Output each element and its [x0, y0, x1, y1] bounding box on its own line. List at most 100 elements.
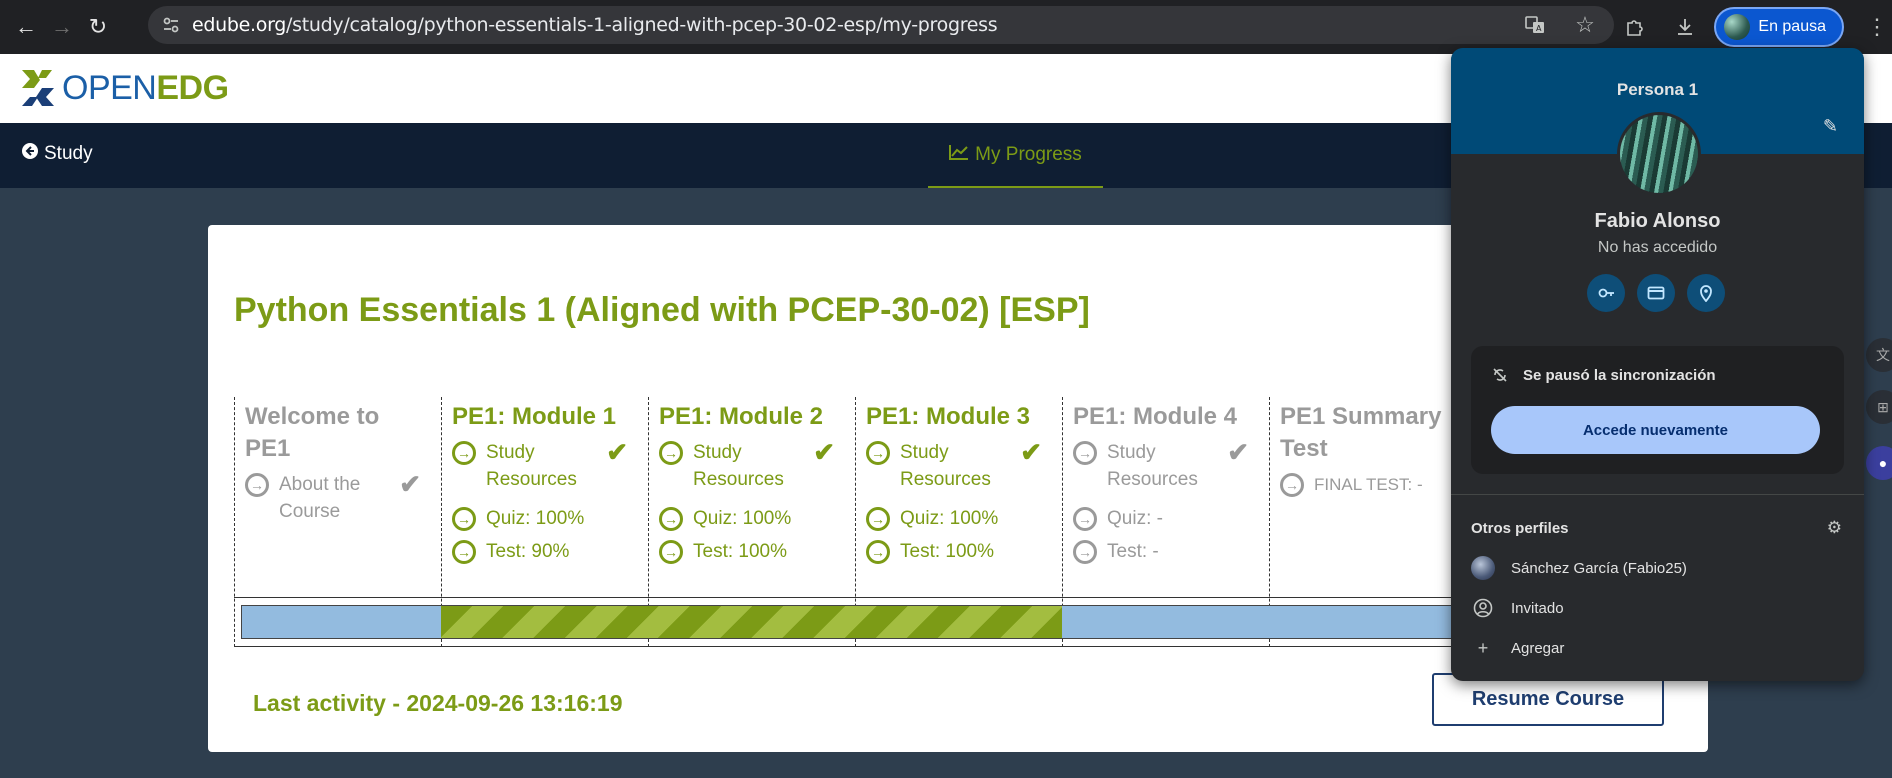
- progress-bar-track: [234, 597, 1474, 647]
- circle-arrow-right-icon: →: [659, 540, 683, 564]
- sign-in-again-button[interactable]: Accede nuevamente: [1491, 406, 1820, 454]
- module-item[interactable]: → Quiz: 100%: [659, 505, 845, 532]
- line-chart-icon: [949, 144, 969, 166]
- module-item-label: Quiz: -: [1107, 508, 1163, 529]
- progress-bar-fill: [441, 606, 1062, 638]
- module-item-label: Test: 100%: [900, 541, 994, 562]
- module-item[interactable]: → About the Course ✔: [245, 471, 431, 525]
- module-item[interactable]: → Test: -: [1073, 538, 1259, 565]
- profile-avatar-icon: [1724, 14, 1751, 40]
- openedg-logo-text: OPENEDG: [62, 69, 229, 108]
- my-progress-label: My Progress: [975, 143, 1082, 165]
- guest-profile-item[interactable]: Invitado: [1471, 596, 1564, 620]
- course-title: Python Essentials 1 (Aligned with PCEP-3…: [234, 291, 1090, 329]
- url-host: edube.org: [192, 14, 287, 36]
- circle-arrow-right-icon: →: [1280, 473, 1304, 497]
- side-translate-icon[interactable]: 文: [1866, 338, 1892, 372]
- circle-arrow-right-icon: →: [452, 540, 476, 564]
- plus-icon: +: [1477, 637, 1489, 658]
- pencil-icon[interactable]: ✎: [1823, 116, 1838, 137]
- circle-arrow-right-icon: →: [452, 441, 476, 465]
- module-item-label: Quiz: 100%: [486, 508, 585, 529]
- reload-icon[interactable]: ↻: [80, 9, 116, 45]
- module-item[interactable]: → Study Resources ✔: [866, 439, 1052, 493]
- key-icon[interactable]: [1587, 274, 1625, 312]
- profile-paused-label: En pausa: [1758, 18, 1826, 35]
- browser-toolbar: ← → ↻ edube.org/study/catalog/python-ess…: [0, 0, 1892, 54]
- back-icon[interactable]: ←: [8, 9, 44, 45]
- module-title[interactable]: PE1: Module 2: [659, 401, 845, 433]
- module-item[interactable]: → Test: 100%: [659, 538, 845, 565]
- site-info-icon[interactable]: [154, 8, 188, 42]
- module-item[interactable]: → Study Resources ✔: [1073, 439, 1259, 493]
- module-item[interactable]: → Test: 100%: [866, 538, 1052, 565]
- module-item-label: Quiz: 100%: [900, 508, 999, 529]
- guest-profile-label: Invitado: [1511, 599, 1564, 617]
- forward-icon[interactable]: →: [44, 9, 80, 45]
- circle-arrow-right-icon: →: [1073, 507, 1097, 531]
- module-item-label: Test: 90%: [486, 541, 570, 562]
- circle-arrow-right-icon: →: [866, 507, 890, 531]
- credit-card-icon[interactable]: [1637, 274, 1675, 312]
- sync-off-icon: [1491, 366, 1509, 384]
- svg-text:A: A: [1536, 24, 1542, 33]
- logo-edg-text: EDG: [156, 68, 229, 107]
- module-item[interactable]: → Quiz: -: [1073, 505, 1259, 532]
- module-item-label: Test: -: [1107, 541, 1159, 562]
- study-back-link[interactable]: Study: [22, 143, 93, 165]
- module-item-label: Study Resources: [693, 442, 784, 490]
- profile-menu-panel: Persona 1 ✎ Fabio Alonso No has accedido…: [1451, 48, 1864, 681]
- url-text: edube.org/study/catalog/python-essential…: [192, 14, 998, 36]
- circle-arrow-right-icon: →: [1073, 540, 1097, 564]
- gear-icon[interactable]: ⚙: [1827, 518, 1842, 538]
- side-apps-icon[interactable]: ⊞: [1866, 390, 1892, 424]
- side-assistant-icon[interactable]: ●: [1866, 446, 1892, 480]
- circle-arrow-left-icon: [22, 143, 38, 165]
- module-item-label: About the Course: [279, 474, 361, 522]
- module-title[interactable]: Welcome to PE1: [245, 401, 431, 465]
- add-profile-item[interactable]: + Agregar: [1471, 636, 1565, 660]
- downloads-icon[interactable]: [1670, 12, 1700, 42]
- module-item-label: Study Resources: [1107, 442, 1198, 490]
- module-title[interactable]: PE1: Module 3: [866, 401, 1052, 433]
- openedg-logo-icon: [18, 66, 58, 110]
- extensions-icon[interactable]: [1620, 12, 1650, 42]
- circle-arrow-right-icon: →: [1073, 441, 1097, 465]
- module-item-label: Study Resources: [900, 442, 991, 490]
- translate-icon[interactable]: A: [1520, 10, 1550, 40]
- module-item[interactable]: → Quiz: 100%: [866, 505, 1052, 532]
- profile-full-name: Fabio Alonso: [1594, 210, 1721, 232]
- check-icon: ✔: [1020, 437, 1042, 467]
- location-pin-icon[interactable]: [1687, 274, 1725, 312]
- progress-bar: [241, 605, 1471, 639]
- module-item[interactable]: → Study Resources ✔: [452, 439, 638, 493]
- circle-arrow-right-icon: →: [659, 441, 683, 465]
- check-icon: ✔: [606, 437, 628, 467]
- address-bar[interactable]: edube.org/study/catalog/python-essential…: [148, 6, 1614, 44]
- module-title[interactable]: PE1 Summary Test: [1280, 401, 1460, 465]
- module-title[interactable]: PE1: Module 1: [452, 401, 638, 433]
- other-profile-item[interactable]: Sánchez García (Fabio25): [1471, 556, 1687, 580]
- sync-paused-box: Se pausó la sincronización Accede nuevam…: [1471, 346, 1844, 474]
- other-profiles-title: Otros perfiles: [1471, 520, 1569, 537]
- last-activity-text: Last activity - 2024-09-26 13:16:19: [253, 690, 623, 716]
- add-profile-label: Agregar: [1511, 639, 1565, 657]
- module-title[interactable]: PE1: Module 4: [1073, 401, 1259, 433]
- circle-arrow-right-icon: →: [245, 473, 269, 497]
- module-item[interactable]: → Test: 90%: [452, 538, 638, 565]
- module-item[interactable]: → Quiz: 100%: [452, 505, 638, 532]
- check-icon: ✔: [813, 437, 835, 467]
- module-item-label: Test: 100%: [693, 541, 787, 562]
- bookmark-star-icon[interactable]: ☆: [1570, 10, 1600, 40]
- logo-open-text: OPEN: [62, 68, 157, 107]
- module-item-label: FINAL TEST: -: [1314, 475, 1423, 494]
- other-profile-label: Sánchez García (Fabio25): [1511, 559, 1687, 577]
- menu-dots-icon[interactable]: ⋮: [1866, 14, 1888, 40]
- module-item-label: Quiz: 100%: [693, 508, 792, 529]
- profile-paused-button[interactable]: En pausa: [1714, 7, 1844, 47]
- other-profile-avatar: [1471, 556, 1495, 580]
- openedg-logo[interactable]: OPENEDG: [18, 66, 229, 110]
- module-item[interactable]: → FINAL TEST: -: [1280, 471, 1459, 498]
- tab-my-progress[interactable]: My Progress: [928, 123, 1103, 188]
- module-item[interactable]: → Study Resources ✔: [659, 439, 845, 493]
